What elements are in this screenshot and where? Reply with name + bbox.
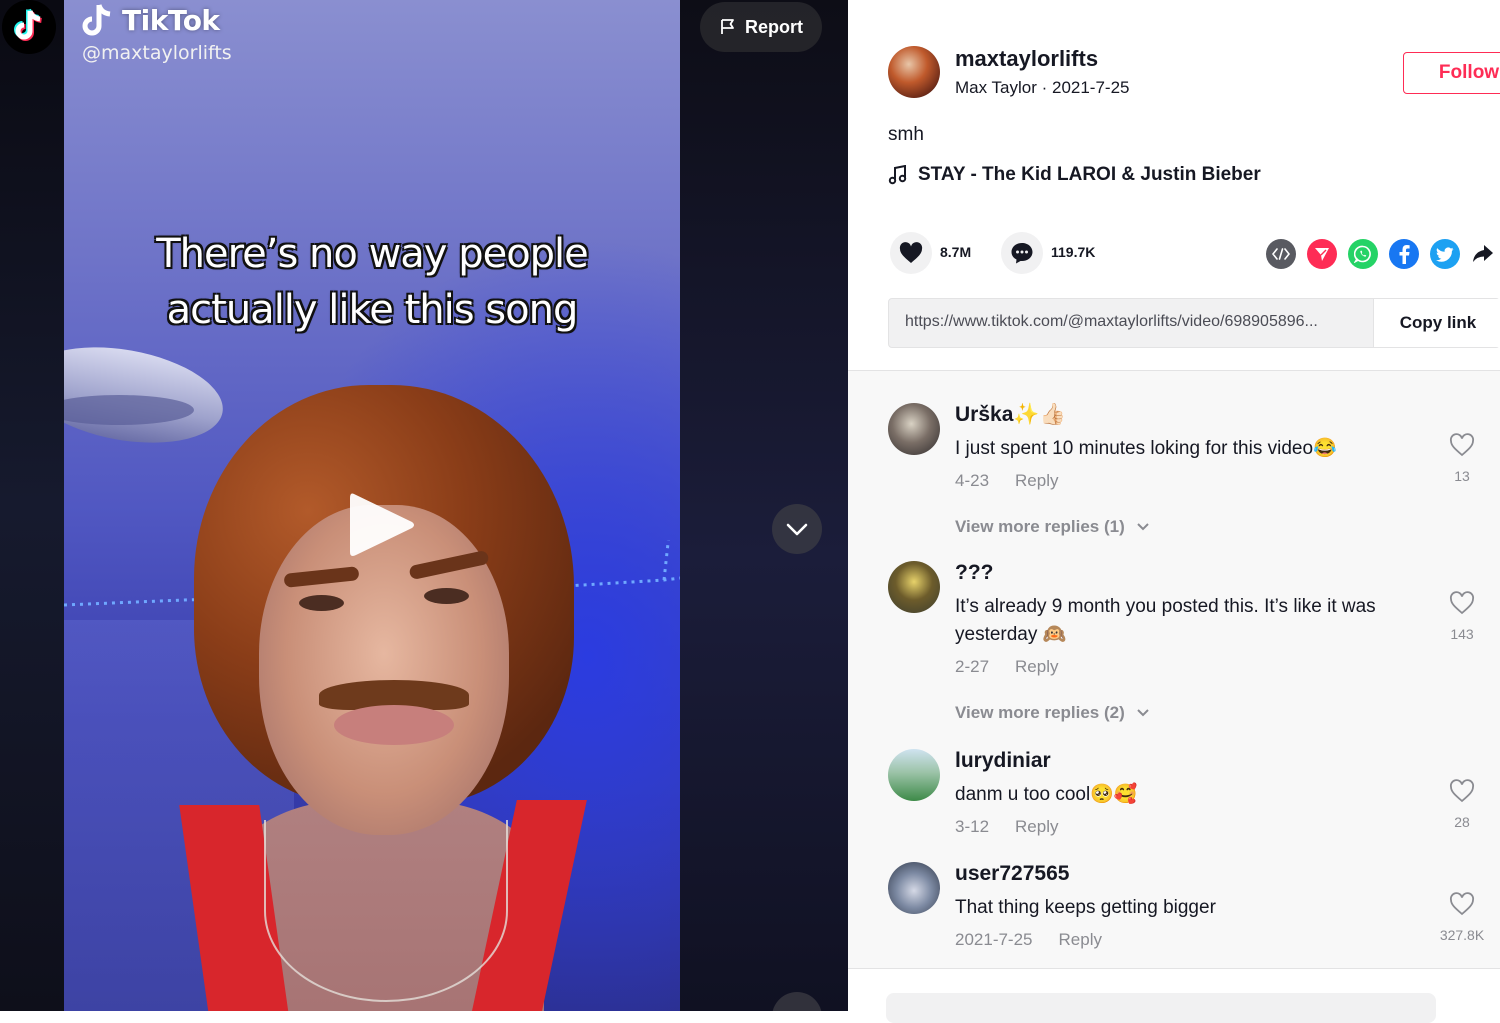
send-icon[interactable]: [1307, 239, 1337, 269]
view-more-replies-label: View more replies (1): [955, 517, 1125, 536]
heart-outline-icon: [1450, 433, 1474, 457]
report-button[interactable]: Report: [700, 2, 822, 52]
comment-avatar[interactable]: [888, 749, 940, 801]
reply-button[interactable]: Reply: [1015, 471, 1058, 490]
like-count: 8.7M: [940, 244, 972, 260]
comment-icon: [1011, 243, 1033, 264]
necklace: [264, 820, 508, 1002]
comment-like-count: 143: [1450, 626, 1474, 642]
embed-glyph: [1272, 248, 1290, 260]
tiktok-logo-icon[interactable]: [2, 0, 56, 54]
heart-icon: [899, 242, 923, 263]
comment-text: danm u too cool🥺🥰: [955, 784, 1138, 805]
comment-meta: 4-23 Reply: [955, 471, 1059, 491]
comment-like-count: 327.8K: [1439, 927, 1485, 943]
lips: [334, 705, 454, 745]
next-video-button[interactable]: [772, 504, 822, 554]
send-glyph: [1315, 248, 1329, 261]
author-avatar[interactable]: [888, 46, 940, 98]
comment-meta: 3-12 Reply: [955, 817, 1059, 837]
reply-button[interactable]: Reply: [1015, 817, 1058, 836]
comment-like-button[interactable]: 28: [1440, 779, 1484, 830]
comment-avatar[interactable]: [888, 403, 940, 455]
author-subtitle: Max Taylor · 2021-7-25: [955, 78, 1130, 97]
view-more-replies-label: View more replies (2): [955, 703, 1125, 722]
whatsapp-glyph: [1354, 245, 1371, 263]
comment-text: It’s already 9 month you posted this. It…: [955, 596, 1376, 645]
whatsapp-icon[interactable]: [1348, 239, 1378, 269]
reply-button[interactable]: Reply: [1059, 930, 1102, 949]
play-icon[interactable]: [348, 490, 418, 560]
tiktok-note-icon: [82, 4, 111, 36]
heart-outline-icon: [1450, 591, 1474, 615]
twitter-glyph: [1436, 246, 1454, 262]
watermark-handle: @maxtaylorlifts: [82, 42, 232, 64]
chevron-down-icon: [1136, 523, 1149, 531]
author-row: maxtaylorlifts Max Taylor · 2021-7-25 Fo…: [888, 46, 1500, 102]
flag-icon: [721, 19, 734, 34]
comment-input[interactable]: [886, 993, 1436, 1023]
video-player[interactable]: There’s no way people actually like this…: [0, 0, 848, 1011]
watermark-brand-text: TikTok: [122, 3, 220, 37]
comment-date: 2-27: [955, 657, 990, 676]
comment-text: I just spent 10 minutes loking for this …: [955, 438, 1337, 459]
actions-row: 8.7M 119.7K: [888, 232, 1500, 276]
comment-avatar[interactable]: [888, 561, 940, 613]
caption-line-1: There’s no way people: [156, 231, 589, 277]
comment-meta: 2-27 Reply: [955, 657, 1059, 677]
comment-username[interactable]: lurydiniar: [955, 749, 1051, 773]
reply-button[interactable]: Reply: [1015, 657, 1058, 676]
copy-link-button[interactable]: Copy link: [1373, 299, 1500, 347]
comment-like-button[interactable]: 13: [1440, 433, 1484, 484]
comment-like-button[interactable]: 143: [1440, 591, 1484, 642]
share-arrow-icon[interactable]: [1468, 239, 1498, 269]
comments-list[interactable]: Urška✨👍🏻 I just spent 10 minutes loking …: [848, 370, 1500, 969]
caption-line-2: actually like this song: [166, 287, 579, 333]
comment-date: 2021-7-25: [955, 930, 1033, 949]
facebook-icon[interactable]: [1389, 239, 1419, 269]
report-label: Report: [745, 16, 803, 37]
comment-date: 3-12: [955, 817, 990, 836]
comment-count: 119.7K: [1051, 244, 1096, 260]
chevron-down-icon: [786, 523, 808, 536]
heart-outline-icon: [1450, 892, 1474, 916]
video-backdrop-right: [680, 0, 848, 1011]
eye-left: [299, 595, 344, 611]
comment-username[interactable]: ???: [955, 561, 993, 585]
music-link[interactable]: STAY - The Kid LAROI & Justin Bieber: [888, 164, 1261, 186]
video-description: smh: [888, 124, 924, 145]
comment-like-count: 28: [1454, 814, 1470, 830]
video-link-url[interactable]: https://www.tiktok.com/@maxtaylorlifts/v…: [905, 313, 1365, 331]
embed-icon[interactable]: [1266, 239, 1296, 269]
comment-button[interactable]: [1001, 232, 1043, 274]
comment-username[interactable]: user727565: [955, 862, 1069, 886]
follow-button[interactable]: Follow: [1403, 52, 1500, 94]
comment-date: 4-23: [955, 471, 990, 490]
video-backdrop-left: [0, 0, 64, 1011]
facebook-glyph: [1399, 245, 1410, 264]
comment-avatar[interactable]: [888, 862, 940, 914]
view-more-replies[interactable]: View more replies (2): [955, 703, 1150, 723]
share-arrow-glyph: [1473, 245, 1493, 262]
music-title: STAY - The Kid LAROI & Justin Bieber: [918, 164, 1261, 185]
view-more-replies[interactable]: View more replies (1): [955, 517, 1150, 537]
twitter-icon[interactable]: [1430, 239, 1460, 269]
video-caption: There’s no way people actually like this…: [64, 226, 680, 338]
link-box: https://www.tiktok.com/@maxtaylorlifts/v…: [888, 298, 1500, 348]
chevron-down-icon: [1136, 709, 1149, 717]
watermark-brand: TikTok: [82, 2, 232, 38]
ceiling-light: [64, 333, 231, 457]
comment-like-button[interactable]: 327.8K: [1432, 892, 1492, 943]
like-button[interactable]: [890, 232, 932, 274]
author-username[interactable]: maxtaylorlifts: [955, 46, 1098, 72]
heart-outline-icon: [1450, 779, 1474, 803]
music-note-icon: [888, 165, 907, 185]
comment-meta: 2021-7-25 Reply: [955, 930, 1102, 950]
comment-like-count: 13: [1454, 468, 1470, 484]
info-pane: maxtaylorlifts Max Taylor · 2021-7-25 Fo…: [848, 0, 1500, 1023]
comment-username[interactable]: Urška✨👍🏻: [955, 403, 1066, 427]
eye-right: [424, 588, 469, 604]
comment-text: That thing keeps getting bigger: [955, 897, 1216, 918]
tiktok-watermark: TikTok @maxtaylorlifts: [82, 2, 232, 65]
